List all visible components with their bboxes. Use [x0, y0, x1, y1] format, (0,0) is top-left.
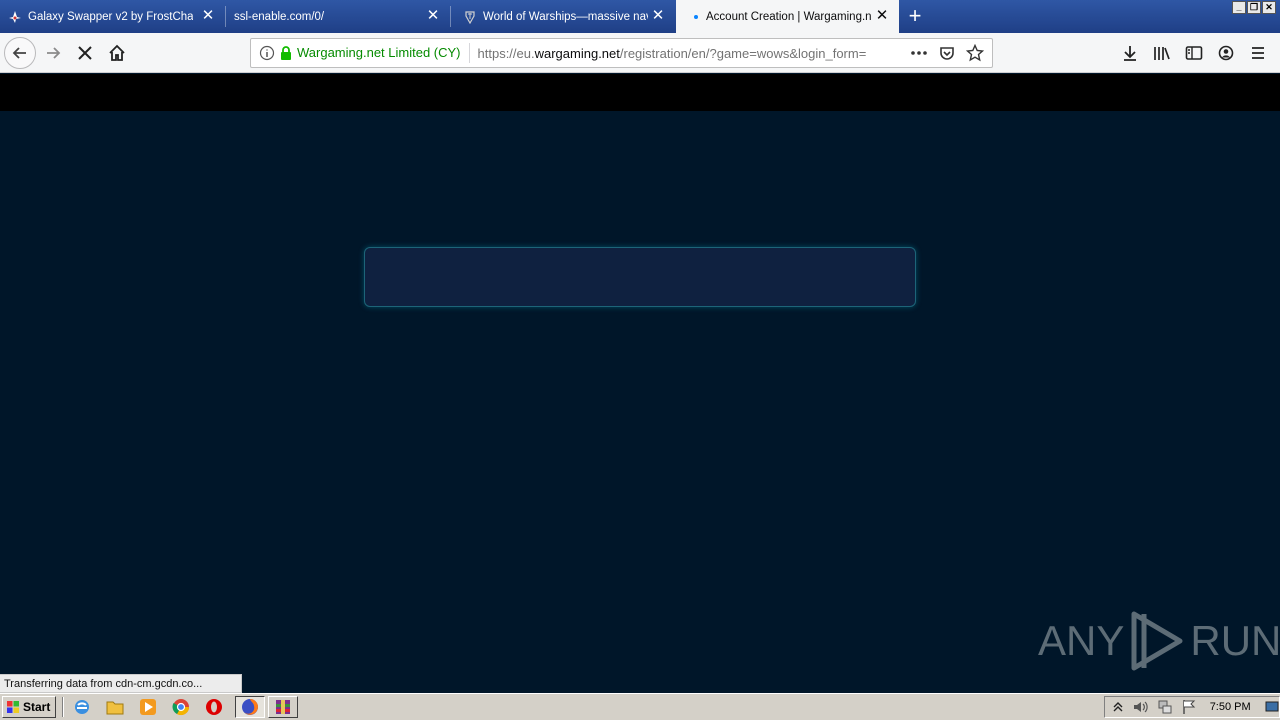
taskbar-separator [62, 697, 64, 717]
back-button[interactable] [4, 37, 36, 69]
close-icon[interactable]: ✕ [651, 8, 665, 23]
media-player-icon[interactable] [136, 696, 160, 718]
sidebar-icon[interactable] [1178, 37, 1210, 69]
play-icon [1131, 611, 1183, 671]
ie-icon[interactable] [70, 696, 94, 718]
restore-button[interactable]: ❐ [1247, 1, 1261, 14]
start-label: Start [23, 700, 51, 714]
close-icon[interactable]: ✕ [426, 8, 440, 23]
windows-logo-icon [7, 701, 19, 713]
taskbar: Start 7:50 PM [0, 693, 1280, 720]
tab-title: World of Warships—massive naval [483, 10, 648, 23]
pocket-icon[interactable] [936, 43, 958, 63]
navigation-toolbar: Wargaming.net Limited (CY) https://eu.wa… [0, 33, 1280, 73]
plus-icon[interactable]: + [903, 5, 927, 29]
flag-icon[interactable] [1181, 699, 1195, 715]
start-button[interactable]: Start [2, 696, 56, 718]
chrome-icon[interactable] [169, 696, 193, 718]
status-panel: Transferring data from cdn-cm.gcdn.co... [0, 674, 242, 693]
tab-strip: Galaxy Swapper v2 by FrostChanger ✕ ssl-… [0, 0, 1280, 33]
page-content: ANY RUN [0, 74, 1280, 692]
watermark-text-right: RUN [1190, 617, 1280, 664]
tab-title: Galaxy Swapper v2 by FrostChanger [28, 10, 193, 23]
tab-ssl-enable[interactable]: ssl-enable.com/0/ ✕ [226, 0, 450, 33]
window-controls: _ ❐ ✕ [1232, 1, 1276, 14]
watermark-text-left: ANY [1038, 617, 1125, 664]
url-prefix: https://eu. [477, 45, 535, 61]
warships-favicon [465, 10, 475, 24]
arrow-left-icon [12, 47, 26, 59]
opera-icon[interactable] [202, 696, 226, 718]
url-text[interactable]: https://eu.wargaming.net/registration/en… [470, 46, 875, 61]
tab-world-of-warships[interactable]: World of Warships—massive naval ✕ [451, 0, 675, 33]
clock[interactable]: 7:50 PM [1210, 701, 1251, 713]
galaxy-favicon [9, 10, 21, 23]
page-actions [908, 43, 986, 63]
tab-account-creation[interactable]: Account Creation | Wargaming.net ✕ [676, 0, 899, 33]
info-icon[interactable] [259, 45, 275, 61]
winrar-icon[interactable] [268, 696, 298, 718]
firefox-icon[interactable] [235, 696, 265, 718]
account-icon[interactable] [1210, 37, 1242, 69]
star-icon[interactable] [964, 43, 986, 63]
url-domain: wargaming.net [534, 45, 620, 61]
registration-form-panel [364, 247, 916, 307]
close-icon[interactable]: ✕ [201, 8, 215, 23]
url-bar[interactable]: Wargaming.net Limited (CY) https://eu.wa… [250, 38, 993, 68]
home-icon [109, 44, 125, 61]
folder-icon[interactable] [103, 696, 127, 718]
stop-button[interactable] [69, 37, 101, 69]
chevron-up-icon[interactable] [1111, 699, 1125, 715]
site-identity[interactable]: Wargaming.net Limited (CY) [297, 43, 470, 63]
anyrun-watermark: ANY RUN [1038, 610, 1280, 672]
tab-galaxy-swapper[interactable]: Galaxy Swapper v2 by FrostChanger ✕ [0, 0, 225, 33]
toolbar-right [1114, 37, 1274, 69]
arrow-right-icon [47, 47, 61, 59]
home-button[interactable] [101, 37, 133, 69]
library-icon[interactable] [1146, 37, 1178, 69]
more-icon[interactable] [908, 43, 930, 63]
network-icon[interactable] [1157, 699, 1173, 715]
site-header [0, 74, 1280, 111]
tab-title: Account Creation | Wargaming.net [706, 10, 871, 23]
url-path: /registration/en/?game=wows&login_form= [619, 45, 867, 61]
close-icon[interactable]: ✕ [875, 8, 889, 23]
tab-title: ssl-enable.com/0/ [234, 10, 325, 23]
forward-button[interactable] [37, 37, 69, 69]
download-icon[interactable] [1114, 37, 1146, 69]
volume-icon[interactable] [1133, 699, 1149, 715]
system-tray: 7:50 PM [1104, 696, 1280, 718]
minimize-button[interactable]: _ [1232, 1, 1246, 14]
menu-icon[interactable] [1242, 37, 1274, 69]
close-window-button[interactable]: ✕ [1262, 1, 1276, 14]
close-icon [78, 46, 92, 60]
loading-dot-icon [694, 14, 698, 19]
show-desktop-icon[interactable] [1265, 699, 1279, 715]
lock-icon [281, 46, 291, 60]
